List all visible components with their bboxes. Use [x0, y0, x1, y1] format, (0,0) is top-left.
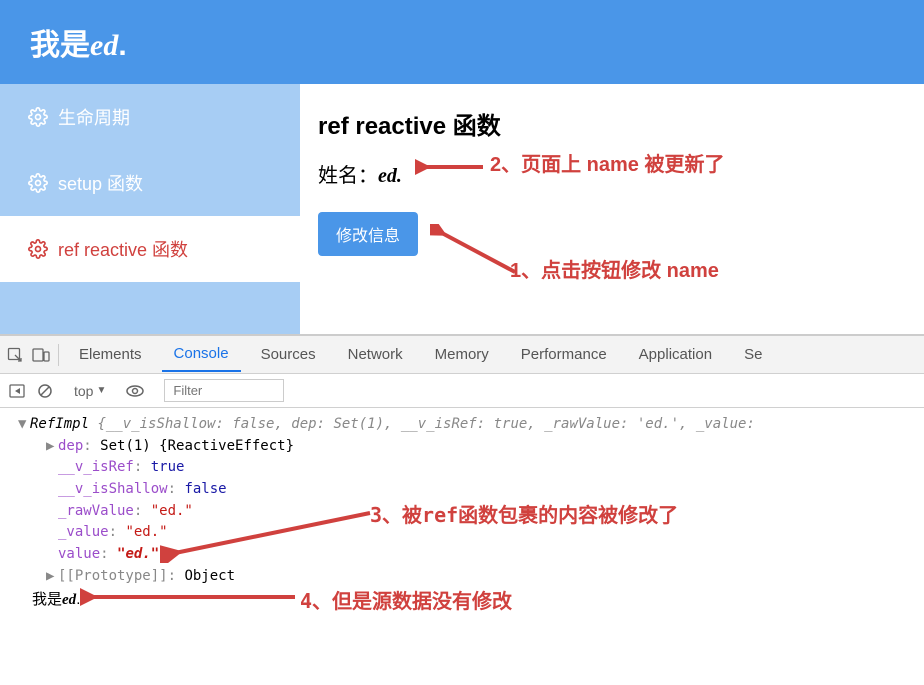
annotation-3: 3、被ref函数包裹的内容被修改了 [370, 500, 678, 531]
clear-console-icon[interactable] [36, 382, 54, 400]
tab-application[interactable]: Application [627, 338, 724, 371]
toggle-sidebar-icon[interactable] [8, 382, 26, 400]
prop-key: [[Prototype]] [58, 568, 168, 584]
header-prefix: 我是 [30, 29, 90, 62]
sidebar-item-setup[interactable]: setup 函数 [0, 150, 300, 216]
object-class: RefImpl [30, 416, 97, 432]
annotation-2: 2、页面上 name 被更新了 [490, 148, 724, 177]
sidebar-item-ref-reactive[interactable]: ref reactive 函数 [0, 216, 300, 282]
console-line-summary[interactable]: ▼RefImpl {__v_isShallow: false, dep: Set… [18, 414, 920, 436]
devtools-tabbar: Elements Console Sources Network Memory … [0, 336, 924, 374]
prop-key: dep [58, 438, 83, 454]
object-summary: {__v_isShallow: false, dep: Set(1), __v_… [97, 416, 754, 432]
prop-val: Object [184, 568, 235, 584]
sidebar-item-label: 生命周期 [58, 104, 130, 130]
prop-val: "ed." [125, 524, 167, 540]
update-info-button[interactable]: 修改信息 [318, 212, 418, 256]
tab-memory[interactable]: Memory [423, 338, 501, 371]
tab-performance[interactable]: Performance [509, 338, 619, 371]
gear-icon [28, 173, 48, 193]
name-label: 姓名： [318, 165, 378, 187]
name-value: ed. [378, 165, 402, 187]
prop-key: __v_isShallow [58, 481, 168, 497]
sidebar: 生命周期 setup 函数 ref reactive 函数 [0, 84, 300, 334]
annotation-1: 1、点击按钮修改 name [510, 254, 719, 283]
tab-elements[interactable]: Elements [67, 338, 154, 371]
console-toolbar: top ▼ [0, 374, 924, 408]
context-selector[interactable]: top ▼ [74, 383, 106, 399]
gear-icon [28, 239, 48, 259]
main-panel: ref reactive 函数 姓名：ed. 修改信息 2、页面上 name 被… [300, 84, 924, 334]
inspect-icon[interactable] [6, 346, 24, 364]
live-expression-icon[interactable] [126, 382, 144, 400]
prop-key: _rawValue [58, 503, 134, 519]
tab-network[interactable]: Network [336, 338, 415, 371]
context-label: top [74, 383, 93, 399]
prop-key: _value [58, 524, 109, 540]
app-header: 我是ed. [0, 0, 924, 84]
console-output: ▼RefImpl {__v_isShallow: false, dep: Set… [0, 408, 924, 616]
disclosure-closed-icon[interactable]: ▶ [46, 436, 58, 458]
prop-key: value [58, 546, 100, 562]
plain-suffix: . [76, 591, 80, 608]
separator [58, 344, 59, 366]
console-line-isshallow: __v_isShallow: false [18, 479, 920, 501]
annotation-4: 4、但是源数据没有修改 [300, 586, 512, 617]
prop-val: Set(1) {ReactiveEffect} [100, 438, 294, 454]
sidebar-item-label: setup 函数 [58, 170, 143, 196]
prop-val: "ed." [117, 546, 159, 562]
tab-sources[interactable]: Sources [249, 338, 328, 371]
filter-input[interactable] [164, 379, 284, 402]
prop-val: false [184, 481, 226, 497]
console-line-proto[interactable]: ▶[[Prototype]]: Object [18, 566, 920, 588]
plain-prefix: 我是 [32, 591, 62, 608]
header-suffix: . [118, 29, 126, 62]
sidebar-item-label: ref reactive 函数 [58, 236, 188, 262]
prop-key: __v_isRef [58, 459, 134, 475]
header-name: ed [90, 29, 118, 62]
device-toggle-icon[interactable] [32, 346, 50, 364]
gear-icon [28, 107, 48, 127]
page-title: ref reactive 函数 [318, 106, 906, 141]
console-line-dep[interactable]: ▶dep: Set(1) {ReactiveEffect} [18, 436, 920, 458]
app-body: 生命周期 setup 函数 ref reactive 函数 ref reacti… [0, 84, 924, 334]
tab-console[interactable]: Console [162, 337, 241, 372]
console-line-isref: __v_isRef: true [18, 457, 920, 479]
chevron-down-icon: ▼ [96, 385, 106, 396]
console-line-value: value: "ed." [18, 544, 920, 566]
prop-val: "ed." [151, 503, 193, 519]
disclosure-open-icon[interactable]: ▼ [18, 414, 30, 436]
prop-val: true [151, 459, 185, 475]
plain-name: ed [62, 592, 76, 608]
sidebar-item-lifecycle[interactable]: 生命周期 [0, 84, 300, 150]
tab-overflow[interactable]: Se [732, 338, 774, 371]
disclosure-closed-icon[interactable]: ▶ [46, 566, 58, 588]
arrow-icon [430, 224, 520, 279]
